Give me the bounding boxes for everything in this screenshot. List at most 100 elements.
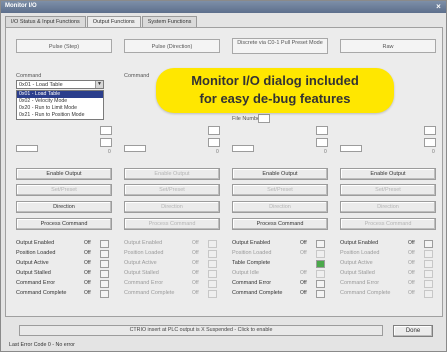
status-value: Off <box>300 250 307 256</box>
status-output-active: Output Active Off <box>16 260 114 269</box>
enable-output-button[interactable]: Enable Output <box>16 168 112 180</box>
status-led <box>100 270 109 278</box>
column-header: Discrete via C0-1 Pull Preset Mode <box>232 38 328 54</box>
value-field[interactable] <box>208 138 220 147</box>
value-field[interactable] <box>100 126 112 135</box>
status-led <box>424 270 433 278</box>
value-field[interactable] <box>16 145 38 152</box>
status-value: Off <box>84 290 91 296</box>
status-position-loaded: Position Loaded Off <box>340 250 438 259</box>
status-output-stalled: Output Stalled Off <box>340 270 438 279</box>
dropdown-option[interactable]: 0x21 - Run to Position Mode <box>17 112 103 119</box>
status-label: Output Active <box>340 260 373 266</box>
window-title: Monitor I/O <box>5 3 37 9</box>
status-output-enabled: Output Enabled Off <box>16 240 114 249</box>
status-label: Position Loaded <box>16 250 56 256</box>
process-command-button[interactable]: Process Command <box>16 218 112 230</box>
value-field[interactable] <box>316 126 328 135</box>
enable-output-button[interactable]: Enable Output <box>232 168 328 180</box>
status-output-active: Output Active Off <box>124 260 222 269</box>
suspend-status-button[interactable]: CTRIO insert at PLC output is X Suspende… <box>19 325 383 336</box>
status-value: Off <box>300 280 307 286</box>
status-label: Command Complete <box>232 290 283 296</box>
status-value: Off <box>84 240 91 246</box>
status-value: Off <box>408 240 415 246</box>
status-value: Off <box>300 290 307 296</box>
status-value: Off <box>84 260 91 266</box>
value-field[interactable] <box>316 138 328 147</box>
status-led <box>316 250 325 258</box>
status-label: Output Active <box>16 260 49 266</box>
status-led <box>424 260 433 268</box>
status-value: Off <box>84 270 91 276</box>
value-field[interactable] <box>340 145 362 152</box>
done-button[interactable]: Done <box>393 325 433 337</box>
status-value: Off <box>192 270 199 276</box>
dropdown-option[interactable]: 0x02 - Velocity Mode <box>17 98 103 105</box>
status-value: Off <box>408 290 415 296</box>
status-led-on <box>316 260 325 268</box>
chevron-down-icon[interactable]: ▼ <box>95 81 103 88</box>
status-led <box>424 290 433 298</box>
status-label: Position Loaded <box>232 250 272 256</box>
status-command-error: Command Error Off <box>232 280 330 289</box>
direction-button[interactable]: Direction <box>232 201 328 213</box>
status-led <box>316 290 325 298</box>
status-command-error: Command Error Off <box>16 280 114 289</box>
status-value: Off <box>192 290 199 296</box>
status-led <box>208 240 217 248</box>
status-led <box>208 250 217 258</box>
value-field[interactable] <box>424 138 436 147</box>
command-label: Command <box>16 73 42 79</box>
status-led <box>100 250 109 258</box>
status-label: Command Error <box>124 280 164 286</box>
status-value: Off <box>300 240 307 246</box>
status-led <box>316 270 325 278</box>
enable-output-button[interactable]: Enable Output <box>340 168 436 180</box>
process-command-button[interactable]: Process Command <box>124 218 220 230</box>
file-number-field[interactable] <box>258 114 270 123</box>
command-select[interactable]: 0x01 - Load Table ▼ <box>16 80 104 89</box>
status-command-complete: Command Complete Off <box>16 290 114 299</box>
direction-button[interactable]: Direction <box>124 201 220 213</box>
status-led <box>100 240 109 248</box>
set-preset-button[interactable]: Set/Preset <box>340 184 436 196</box>
column-header: Pulse (Step) <box>16 39 112 53</box>
set-preset-button[interactable]: Set/Preset <box>124 184 220 196</box>
direction-button[interactable]: Direction <box>16 201 112 213</box>
status-label: Command Error <box>340 280 380 286</box>
status-led <box>424 240 433 248</box>
process-command-button[interactable]: Process Command <box>340 218 436 230</box>
status-label: Output Enabled <box>232 240 271 246</box>
status-label: Command Complete <box>340 290 391 296</box>
status-label: Output Stalled <box>16 270 51 276</box>
close-icon[interactable]: × <box>434 1 443 12</box>
set-preset-button[interactable]: Set/Preset <box>232 184 328 196</box>
set-preset-button[interactable]: Set/Preset <box>16 184 112 196</box>
value-field[interactable] <box>124 145 146 152</box>
value-readout: 0 <box>324 149 327 155</box>
value-field[interactable] <box>232 145 254 152</box>
enable-output-button[interactable]: Enable Output <box>124 168 220 180</box>
status-led <box>316 280 325 288</box>
dropdown-option[interactable]: 0x20 - Run to Limit Mode <box>17 105 103 112</box>
status-label: Command Error <box>232 280 272 286</box>
command-select-value: 0x01 - Load Table <box>19 82 63 88</box>
status-output-enabled: Output Enabled Off <box>232 240 330 249</box>
status-output-stalled: Output Stalled Off <box>16 270 114 279</box>
monitor-io-window: Monitor I/O × I/O Status & Input Functio… <box>0 0 447 352</box>
status-value: Off <box>408 280 415 286</box>
status-led <box>208 260 217 268</box>
status-led <box>424 280 433 288</box>
value-field[interactable] <box>208 126 220 135</box>
status-led <box>424 250 433 258</box>
value-field[interactable] <box>424 126 436 135</box>
process-command-button[interactable]: Process Command <box>232 218 328 230</box>
status-label: Command Complete <box>124 290 175 296</box>
feature-callout: Monitor I/O dialog included for easy de-… <box>156 68 394 113</box>
dropdown-option[interactable]: 0x01 - Load Table <box>17 91 103 98</box>
direction-button[interactable]: Direction <box>340 201 436 213</box>
value-field[interactable] <box>100 138 112 147</box>
status-led <box>208 270 217 278</box>
status-command-error: Command Error Off <box>340 280 438 289</box>
